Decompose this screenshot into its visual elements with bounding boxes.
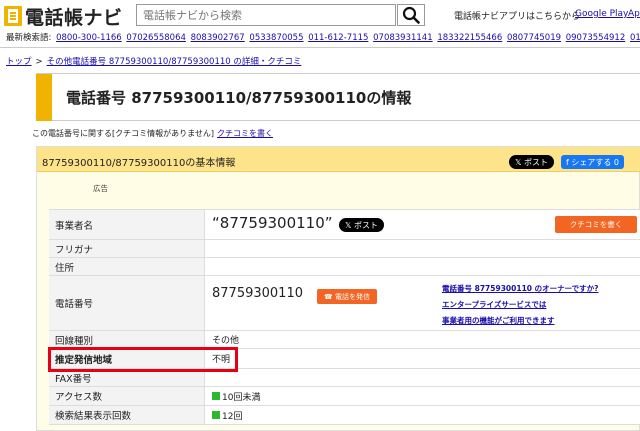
search-count-label: 検索結果表示回数 bbox=[49, 406, 205, 424]
search-count-value: 12回 bbox=[222, 411, 243, 422]
recent-search-link[interactable]: 8083902767 bbox=[191, 33, 245, 43]
fax-value bbox=[206, 369, 640, 386]
search-count-cell: 12回 bbox=[206, 406, 640, 424]
phone-label: 電話番号 bbox=[49, 276, 205, 330]
page-title: 電話番号 87759300110/87759300110の情報 bbox=[66, 89, 412, 107]
furigana-value bbox=[206, 240, 640, 257]
basic-info-panel: 87759300110/87759300110の基本情報 𝕏 ポスト f シェア… bbox=[36, 146, 640, 431]
access-cell: 10回未満 bbox=[206, 387, 640, 405]
panel-title: 87759300110/87759300110の基本情報 bbox=[42, 158, 236, 169]
business-name-label: 事業者名 bbox=[49, 210, 205, 239]
business-name: “87759300110” bbox=[212, 214, 333, 232]
breadcrumb: トップ > その他電話番号 87759300110/87759300110 の詳細・… bbox=[6, 55, 301, 67]
info-table: 事業者名 “87759300110” 𝕏 ポスト クチコミを書く フリガナ 住所… bbox=[49, 209, 640, 425]
no-review-text: この電話番号に関する[クチコミ情報がありません] bbox=[32, 129, 214, 138]
write-review-button[interactable]: クチコミを書く bbox=[555, 216, 637, 233]
recent-search-link[interactable]: 011-612-7115 bbox=[308, 33, 368, 43]
business-features-link[interactable]: 事業者用の機能がご利用できます bbox=[442, 313, 599, 329]
access-value: 10回未満 bbox=[222, 392, 261, 403]
table-row: 電話番号 87759300110 ☎ 電話を発信 電話番号 8775930011… bbox=[49, 276, 640, 331]
panel-header: 87759300110/87759300110の基本情報 𝕏 ポスト f シェア… bbox=[37, 147, 640, 172]
access-label: アクセス数 bbox=[49, 387, 205, 405]
search-button[interactable] bbox=[397, 4, 425, 26]
line-type-label: 回線種別 bbox=[49, 331, 205, 348]
recent-searches: 最新検索語: 0800-300-1166 07026558064 8083902… bbox=[6, 31, 640, 43]
breadcrumb-top-link[interactable]: トップ bbox=[6, 57, 32, 67]
write-review-link[interactable]: クチコミを書く bbox=[217, 129, 273, 138]
address-label: 住所 bbox=[49, 258, 205, 275]
breadcrumb-current-link[interactable]: その他電話番号 87759300110/87759300110 の詳細・クチコミ bbox=[47, 57, 302, 67]
owner-link[interactable]: 電話番号 87759300110 のオーナーですか? bbox=[442, 281, 599, 297]
recent-search-link[interactable]: 0807745019 bbox=[507, 33, 561, 43]
x-post-button[interactable]: 𝕏 ポスト bbox=[509, 155, 554, 169]
owner-links: 電話番号 87759300110 のオーナーですか? エンタープライズサービスで… bbox=[442, 281, 599, 329]
line-type-value: その他 bbox=[212, 336, 240, 346]
origin-value: 不明 bbox=[212, 355, 231, 365]
phone-number: 87759300110 bbox=[212, 286, 303, 301]
breadcrumb-separator: > bbox=[35, 57, 43, 67]
table-row: 住所 bbox=[49, 258, 640, 276]
page-title-block: 電話番号 87759300110/87759300110の情報 bbox=[36, 73, 640, 121]
enterprise-link[interactable]: エンタープライズサービスでは bbox=[442, 297, 599, 313]
recent-search-link[interactable]: 0533870055 bbox=[249, 33, 303, 43]
phonebook-icon bbox=[4, 6, 22, 26]
address-value bbox=[206, 258, 640, 275]
phone-cell: 87759300110 ☎ 電話を発信 電話番号 87759300110 のオー… bbox=[206, 276, 640, 330]
recent-search-link[interactable]: 07083931141 bbox=[373, 33, 433, 43]
no-review-notice: この電話番号に関する[クチコミ情報がありません] クチコミを書く bbox=[32, 128, 273, 139]
recent-search-link[interactable]: 183322155466 bbox=[437, 33, 502, 43]
search-input[interactable] bbox=[136, 4, 396, 26]
recent-searches-label: 最新検索語: bbox=[6, 33, 52, 43]
x-post-button[interactable]: 𝕏 ポスト bbox=[339, 218, 384, 232]
google-play-link[interactable]: Google Play bbox=[575, 9, 628, 19]
ad-label: 広告 bbox=[93, 184, 108, 193]
title-accent-bar bbox=[36, 74, 52, 121]
recent-search-link[interactable]: 0800-300-1166 bbox=[56, 33, 122, 43]
call-button[interactable]: ☎ 電話を発信 bbox=[317, 289, 377, 304]
divider bbox=[0, 47, 640, 48]
logo-text: 電話帳ナビ bbox=[25, 6, 123, 29]
table-row: フリガナ bbox=[49, 240, 640, 258]
highlight-box bbox=[48, 347, 238, 372]
status-square-icon bbox=[212, 392, 220, 400]
site-logo[interactable]: 電話帳ナビ bbox=[4, 5, 123, 29]
search-icon bbox=[402, 6, 420, 24]
recent-search-link[interactable]: 07026558064 bbox=[126, 33, 186, 43]
business-name-cell: “87759300110” 𝕏 ポスト クチコミを書く bbox=[206, 210, 640, 239]
app-store-link[interactable]: Ap bbox=[628, 9, 640, 19]
status-square-icon bbox=[212, 411, 220, 419]
table-row: 事業者名 “87759300110” 𝕏 ポスト クチコミを書く bbox=[49, 210, 640, 240]
facebook-share-button[interactable]: f シェアする 0 bbox=[561, 155, 624, 169]
recent-search-link[interactable]: 01237375013 bbox=[630, 33, 640, 43]
site-header: 電話帳ナビ 電話帳ナビアプリはこちらから Google Play Ap bbox=[0, 0, 640, 30]
table-row: アクセス数 10回未満 bbox=[49, 387, 640, 406]
table-row: 検索結果表示回数 12回 bbox=[49, 406, 640, 425]
recent-search-link[interactable]: 09073554912 bbox=[566, 33, 626, 43]
furigana-label: フリガナ bbox=[49, 240, 205, 257]
app-promo-text: 電話帳ナビアプリはこちらから bbox=[454, 12, 581, 22]
